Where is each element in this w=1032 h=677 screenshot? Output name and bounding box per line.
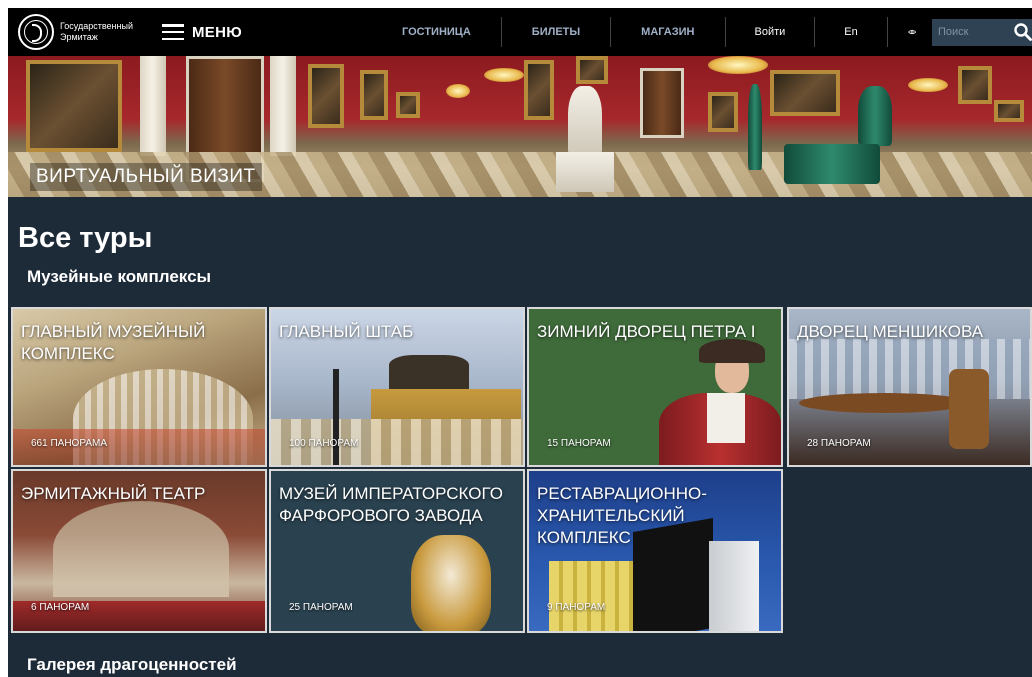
tour-card-winter-palace-peter-i[interactable]: ЗИМНИЙ ДВОРЕЦ ПЕТРА I 15 ПАНОРАМ [527, 307, 783, 467]
language-switch[interactable]: En [815, 17, 888, 47]
accessibility-eye-icon[interactable] [907, 26, 916, 38]
card-title: ЗИМНИЙ ДВОРЕЦ ПЕТРА I [537, 322, 756, 341]
virtual-visit-banner[interactable]: ВИРТУАЛЬНЫЙ ВИЗИТ [8, 56, 1032, 197]
section-title-jewellery-gallery: Галерея драгоценностей [27, 655, 237, 674]
menu-button[interactable]: МЕНЮ [162, 24, 242, 41]
card-title: ГЛАВНЫЙ МУЗЕЙНЫЙ КОМПЛЕКС [21, 322, 206, 363]
tours-section: Все туры Музейные комплексы ГЛАВНЫЙ МУЗЕ… [8, 197, 1032, 677]
virtual-visit-label: ВИРТУАЛЬНЫЙ ВИЗИТ [30, 163, 262, 191]
login-link[interactable]: Войти [726, 17, 816, 47]
logo-text: Государственный Эрмитаж [60, 21, 133, 42]
card-title: ЭРМИТАЖНЫЙ ТЕАТР [21, 484, 206, 503]
menu-label: МЕНЮ [192, 23, 243, 41]
card-title: МУЗЕЙ ИМПЕРАТОРСКОГО ФАРФОРОВОГО ЗАВОДА [279, 484, 503, 525]
tour-card-main-museum-complex[interactable]: ГЛАВНЫЙ МУЗЕЙНЫЙ КОМПЛЕКС 661 ПАНОРАМА [11, 307, 267, 467]
tour-card-menshikov-palace[interactable]: ДВОРЕЦ МЕНШИКОВА 28 ПАНОРАМ [787, 307, 1032, 467]
hermitage-seal-icon [18, 14, 54, 50]
tour-card-imperial-porcelain-museum[interactable]: МУЗЕЙ ИМПЕРАТОРСКОГО ФАРФОРОВОГО ЗАВОДА … [269, 469, 525, 633]
card-panorama-count: 9 ПАНОРАМ [547, 602, 606, 613]
tour-card-restoration-storage-complex[interactable]: РЕСТАВРАЦИОННО-ХРАНИТЕЛЬСКИЙ КОМПЛЕКС 9 … [527, 469, 783, 633]
card-panorama-count: 25 ПАНОРАМ [289, 602, 353, 613]
nav-tickets-link[interactable]: БИЛЕТЫ [502, 17, 612, 47]
page-title: Все туры [18, 222, 153, 254]
top-navigation-bar: Государственный Эрмитаж МЕНЮ ГОСТИНИЦА Б… [8, 8, 1032, 56]
card-panorama-count: 661 ПАНОРАМА [31, 438, 107, 449]
tour-card-hermitage-theatre[interactable]: ЭРМИТАЖНЫЙ ТЕАТР 6 ПАНОРАМ [11, 469, 267, 633]
hermitage-logo[interactable]: Государственный Эрмитаж [18, 14, 146, 50]
card-title: ГЛАВНЫЙ ШТАБ [279, 322, 414, 341]
card-panorama-count: 100 ПАНОРАМ [289, 438, 359, 449]
card-panorama-count: 6 ПАНОРАМ [31, 602, 90, 613]
main-nav: ГОСТИНИЦА БИЛЕТЫ МАГАЗИН Войти En [372, 8, 888, 56]
card-title: ДВОРЕЦ МЕНШИКОВА [797, 322, 984, 341]
search-button[interactable] [1014, 18, 1032, 46]
card-panorama-count: 15 ПАНОРАМ [547, 438, 611, 449]
card-panorama-count: 28 ПАНОРАМ [807, 438, 871, 449]
search-icon [1014, 23, 1032, 41]
search-input[interactable] [932, 18, 1014, 46]
hero-painting-image [26, 60, 122, 152]
hamburger-icon [162, 24, 184, 40]
tour-card-general-staff[interactable]: ГЛАВНЫЙ ШТАБ 100 ПАНОРАМ [269, 307, 525, 467]
card-title: РЕСТАВРАЦИОННО-ХРАНИТЕЛЬСКИЙ КОМПЛЕКС [537, 484, 707, 547]
section-title-museum-complexes: Музейные комплексы [27, 267, 212, 286]
hero-vase-image [748, 84, 762, 170]
nav-hotel-link[interactable]: ГОСТИНИЦА [372, 17, 502, 47]
nav-shop-link[interactable]: МАГАЗИН [611, 17, 726, 47]
hero-statue-image [568, 86, 602, 156]
